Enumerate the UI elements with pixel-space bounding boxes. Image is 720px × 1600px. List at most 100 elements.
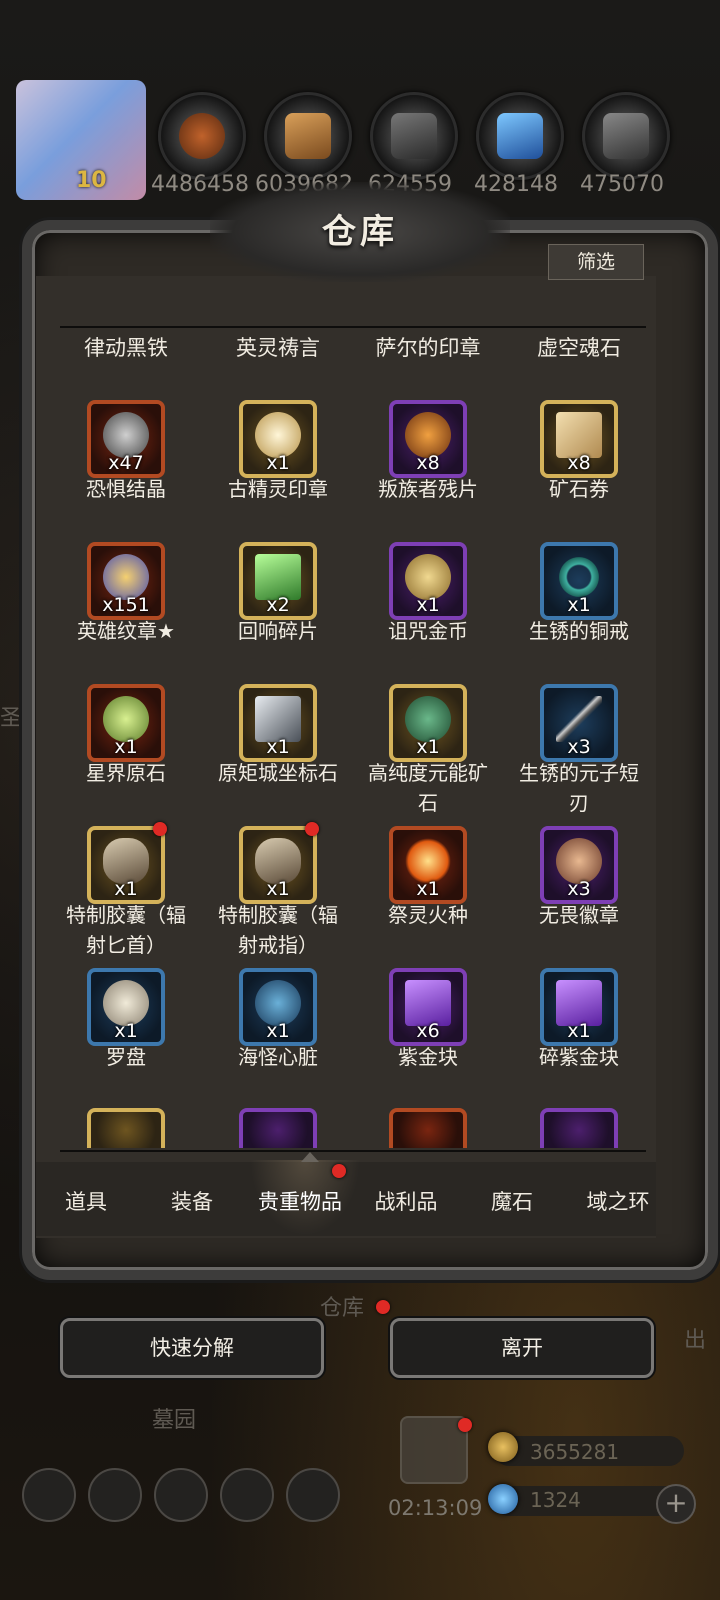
skull-icon[interactable] [286,1468,340,1522]
shield-icon[interactable] [88,1468,142,1522]
tab-domain-ring[interactable]: 域之环 [568,1186,668,1216]
tab-equipment[interactable]: 装备 [142,1186,242,1216]
item-quantity: x8 [416,452,440,474]
item-slot: x1 [87,684,165,762]
resource-steel-icon[interactable] [582,92,670,180]
item-name: 无畏徽章 [539,903,619,927]
item-traitor-fragment[interactable]: x8 叛族者残片 [353,400,503,540]
item-pure-energy-ore[interactable]: x1 高纯度元能矿 石 [353,684,503,824]
item-slot: x3 [540,826,618,904]
resource-wood-icon[interactable] [264,92,352,180]
right-label: 出 [684,1328,707,1353]
item-name: 紫金块 [398,1045,458,1069]
item-broken-purple-gold[interactable]: x1 碎紫金块 [504,968,654,1108]
tab-new-badge [332,1164,346,1178]
item-ancient-elf-seal[interactable]: x1 古精灵印章 [203,400,353,540]
tab-magic-stone[interactable]: 魔石 [462,1186,562,1216]
item-capsule-ring[interactable]: x1 特制胶囊（辐 射戒指） [203,822,353,966]
item-fearless-badge[interactable]: x3 无畏徽章 [504,826,654,966]
tab-items[interactable]: 道具 [36,1186,136,1216]
item-slot-partial[interactable] [389,1108,467,1148]
item-slot-partial[interactable] [239,1108,317,1148]
item-name[interactable]: 虚空魂石 [504,332,654,362]
add-currency-button[interactable]: + [656,1484,696,1524]
item-spirit-flame[interactable]: x1 祭灵火种 [353,826,503,966]
tab-loot[interactable]: 战利品 [356,1186,456,1216]
item-name: 高纯度元能矿 石 [353,758,503,818]
item-name-line: 刃 [569,791,589,815]
item-slot: x1 [389,826,467,904]
item-cursed-coin[interactable]: x1 诅咒金币 [353,542,503,682]
gold-coin-icon [488,1432,518,1462]
item-name[interactable]: 律动黑铁 [51,332,201,362]
item-slot: x1 [239,968,317,1046]
helmet-icon[interactable] [154,1468,208,1522]
scroll-up-caret-icon[interactable] [301,1152,319,1162]
item-sea-monster-heart[interactable]: x1 海怪心脏 [203,968,353,1108]
resource-iron-icon[interactable] [370,92,458,180]
item-slot: x151 [87,542,165,620]
item-rusty-dagger[interactable]: x3 生锈的元子短 刃 [504,684,654,824]
item-quantity: x1 [114,878,138,900]
item-name: 生锈的铜戒 [529,619,629,643]
scroll-icon[interactable] [220,1468,274,1522]
item-slot-partial[interactable] [540,1108,618,1148]
player-avatar[interactable]: 10 [16,80,146,200]
item-name: 海怪心脏 [238,1045,318,1069]
item-slot: x3 [540,684,618,762]
item-quantity: x6 [416,1020,440,1042]
item-quantity: x1 [266,736,290,758]
item-name[interactable]: 萨尔的印章 [353,332,503,362]
item-compass[interactable]: x1 罗盘 [51,968,201,1108]
item-name: 特制胶囊（辐 射戒指） [203,900,353,960]
item-slot: x1 [239,684,317,762]
item-name-line: 高纯度元能矿 [368,761,488,785]
cemetery-bg-label: 墓园 [152,1408,197,1433]
item-slot: x1 [540,542,618,620]
item-quantity: x47 [108,452,144,474]
leave-button[interactable]: 离开 [390,1318,654,1378]
item-astral-ore[interactable]: x1 星界原石 [51,684,201,824]
item-name[interactable]: 英灵祷言 [203,332,353,362]
item-name-line: 生锈的元子短 [519,761,639,785]
bottom-divider [60,1150,646,1152]
player-level: 10 [76,168,107,193]
item-ore-ticket[interactable]: x8 矿石券 [504,400,654,540]
item-capsule-dagger[interactable]: x1 特制胶囊（辐 射匕首） [51,822,201,966]
side-label: 圣 [0,706,23,731]
new-badge [305,822,319,836]
item-coordinate-stone[interactable]: x1 原矩城坐标石 [203,684,353,824]
gem-amount: 1324 [530,1488,581,1512]
resource-crystal-icon[interactable] [476,92,564,180]
resource-meat-icon[interactable] [158,92,246,180]
gem-icon [488,1484,518,1514]
top-divider [60,326,646,328]
item-quantity: x1 [416,736,440,758]
item-quantity: x1 [266,878,290,900]
quick-decompose-button[interactable]: 快速分解 [60,1318,324,1378]
filter-button[interactable]: 筛选 [548,244,644,280]
item-name: 生锈的元子短 刃 [504,758,654,818]
item-quantity: x2 [266,594,290,616]
item-quantity: x8 [567,452,591,474]
item-slot: x1 [239,400,317,478]
item-name: 祭灵火种 [388,903,468,927]
item-quantity: x1 [266,452,290,474]
settings-icon[interactable] [22,1468,76,1522]
new-badge [153,822,167,836]
item-slot: x1 [87,826,165,904]
tab-valuables[interactable]: 贵重物品 [250,1186,350,1216]
item-name-line: 射戒指） [238,933,318,957]
item-purple-gold[interactable]: x6 紫金块 [353,968,503,1108]
item-echo-shard[interactable]: x2 回响碎片 [203,542,353,682]
item-slot-partial[interactable] [87,1108,165,1148]
item-quantity: x1 [114,1020,138,1042]
item-quantity: x1 [567,1020,591,1042]
resource-value-5: 475070 [580,172,664,197]
item-fear-crystal[interactable]: x47 恐惧结晶 [51,400,201,540]
item-rusty-copper-ring[interactable]: x1 生锈的铜戒 [504,542,654,682]
item-slot: x1 [239,826,317,904]
gold-amount: 3655281 [530,1440,620,1464]
item-hero-emblem[interactable]: x151 英雄纹章★ [51,542,201,682]
item-slot: x1 [87,968,165,1046]
